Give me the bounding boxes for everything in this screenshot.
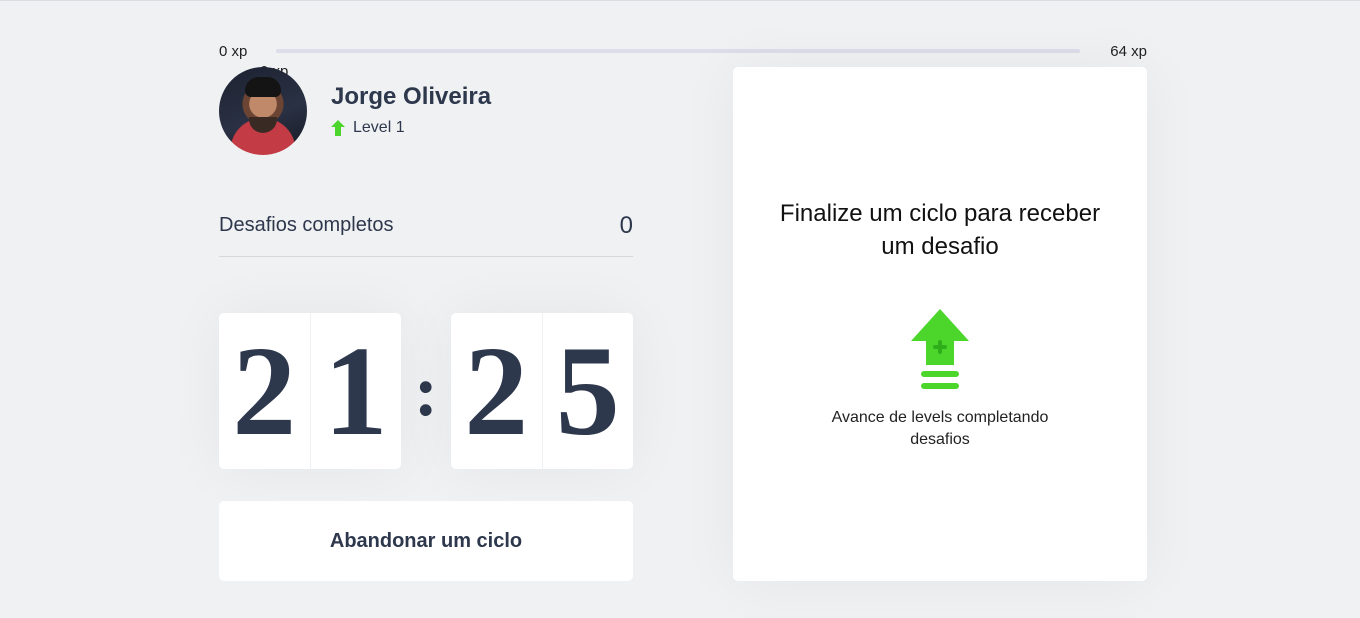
avatar — [219, 67, 307, 155]
profile-name: Jorge Oliveira — [331, 83, 492, 110]
countdown: 2 1 : 2 5 — [219, 313, 633, 469]
minute-digit-left: 2 — [232, 320, 297, 462]
countdown-minutes: 2 1 — [219, 313, 401, 469]
level-row: Level 1 — [331, 119, 405, 137]
level-label: Level 1 — [353, 119, 405, 136]
profile: Jorge Oliveira Level 1 — [219, 67, 633, 155]
experience-bar: 0 xp 0 xp 64 xp — [219, 40, 1147, 80]
second-digit-left: 2 — [464, 320, 529, 462]
challenge-box: Finalize um ciclo para receber um desafi… — [733, 67, 1147, 581]
completed-challenges-label: Desafios completos — [219, 214, 394, 236]
abandon-cycle-button[interactable]: Abandonar um ciclo — [219, 501, 633, 581]
countdown-seconds: 2 5 — [451, 313, 633, 469]
top-divider — [0, 0, 1360, 1]
xp-track — [276, 49, 1080, 53]
xp-end-label: 64 xp — [1110, 43, 1147, 60]
xp-start-label: 0 xp — [219, 43, 248, 60]
countdown-separator: : — [414, 350, 438, 431]
level-up-icon — [911, 309, 969, 389]
second-digit-right: 5 — [541, 313, 634, 469]
completed-challenges-count: 0 — [619, 212, 633, 239]
challenge-hint: Avance de levels completando desafios — [831, 409, 1049, 448]
level-up-icon — [331, 120, 345, 136]
completed-challenges: Desafios completos 0 — [219, 200, 633, 257]
minute-digit-right: 1 — [309, 313, 402, 469]
challenge-title: Finalize um ciclo para receber um desafi… — [779, 200, 1101, 260]
